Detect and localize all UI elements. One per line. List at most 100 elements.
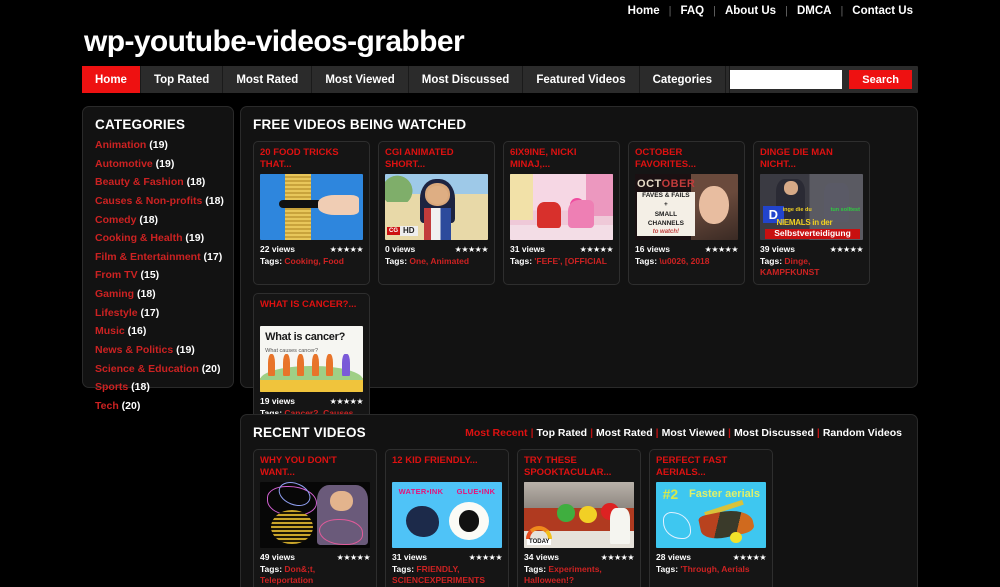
- video-card[interactable]: CGI ANIMATED SHORT... CG HD 0 views ★★★★★ Tag…: [378, 141, 495, 286]
- tags-label: Tags:: [656, 564, 681, 574]
- video-title[interactable]: OCTOBER FAVORITES...: [635, 147, 738, 171]
- video-title[interactable]: CGI ANIMATED SHORT...: [385, 147, 488, 171]
- view-count: 39 views: [760, 244, 795, 254]
- view-count: 0 views: [385, 244, 416, 254]
- video-title[interactable]: DINGE DIE MAN NICHT...: [760, 147, 863, 171]
- video-meta: 31 views ★★★★★: [510, 244, 614, 254]
- video-meta: 39 views ★★★★★: [760, 244, 864, 254]
- rating-stars[interactable]: ★★★★★: [330, 245, 364, 254]
- category-link-music[interactable]: Music: [95, 325, 125, 337]
- search-button[interactable]: Search: [849, 70, 912, 89]
- tag-links[interactable]: 'FEFE', [OFFICIAL: [534, 256, 607, 266]
- tag-links[interactable]: \u0026, 2018: [659, 256, 709, 266]
- rating-stars[interactable]: ★★★★★: [330, 397, 364, 406]
- video-title[interactable]: 20 FOOD TRICKS THAT...: [260, 147, 363, 171]
- category-link-cooking-health[interactable]: Cooking & Health: [95, 232, 183, 244]
- sort-link-most-recent[interactable]: Most Recent: [462, 427, 530, 439]
- video-thumbnail[interactable]: [260, 482, 370, 548]
- video-thumbnail[interactable]: What is cancer? What causes cancer?: [260, 326, 363, 393]
- rating-stars[interactable]: ★★★★★: [469, 553, 503, 562]
- video-tags: Tags: FRIENDLY, SCIENCEXPERIMENTS: [392, 564, 502, 586]
- utility-link-home[interactable]: Home: [619, 5, 669, 17]
- sort-link-most-rated[interactable]: Most Rated: [593, 427, 656, 439]
- category-link-lifestyle[interactable]: Lifestyle: [95, 307, 138, 319]
- video-card[interactable]: DINGE DIE MAN NICHT... Dinge die du tun so…: [753, 141, 870, 286]
- sort-link-top-rated[interactable]: Top Rated: [534, 427, 591, 439]
- video-title[interactable]: 12 KID FRIENDLY...: [392, 455, 502, 479]
- video-meta: 31 views ★★★★★: [392, 552, 503, 562]
- video-thumbnail[interactable]: TODAY: [524, 482, 634, 548]
- video-card[interactable]: WHY YOU DON'T WANT... 49 views ★★★★★ Tags: …: [253, 449, 377, 587]
- nav-item-home[interactable]: Home: [82, 66, 141, 93]
- utility-link-dmca[interactable]: DMCA: [788, 5, 841, 17]
- video-tags: Tags: Dinge, KAMPFKUNST: [760, 256, 863, 278]
- sort-link-most-discussed[interactable]: Most Discussed: [731, 427, 817, 439]
- video-card[interactable]: 6IX9INE, NICKI MINAJ,... 31 views ★★★★★ Tag…: [503, 141, 620, 286]
- video-thumbnail[interactable]: WATER•INK GLUE•INK: [392, 482, 502, 548]
- category-link-gaming[interactable]: Gaming: [95, 288, 134, 300]
- category-count: (15): [137, 269, 160, 282]
- nav-item-top-rated[interactable]: Top Rated: [141, 66, 224, 93]
- tag-links[interactable]: Cooking, Food: [284, 256, 344, 266]
- tag-links[interactable]: One, Animated: [409, 256, 469, 266]
- search-input[interactable]: [730, 70, 843, 89]
- video-title[interactable]: 6IX9INE, NICKI MINAJ,...: [510, 147, 613, 171]
- category-count: (18): [136, 213, 159, 226]
- video-card[interactable]: PERFECT FAST AERIALS... #2 Faster aerials 2…: [649, 449, 773, 587]
- category-link-news-politics[interactable]: News & Politics: [95, 344, 173, 356]
- utility-link-contact-us[interactable]: Contact Us: [843, 5, 922, 17]
- rating-stars[interactable]: ★★★★★: [455, 245, 489, 254]
- category-link-sports[interactable]: Sports: [95, 381, 128, 393]
- nav-item-most-rated[interactable]: Most Rated: [223, 66, 313, 93]
- hd-badge-icon: HD: [400, 225, 418, 237]
- video-tags: Tags: Experiments, Halloween!?: [524, 564, 634, 586]
- category-link-tech[interactable]: Tech: [95, 400, 119, 412]
- video-title[interactable]: TRY THESE SPOOKTACULAR...: [524, 455, 634, 479]
- video-thumbnail[interactable]: OCTOBER FAVES & FAILS + SMALL CHANNELS to wat…: [635, 174, 738, 240]
- category-link-beauty-fashion[interactable]: Beauty & Fashion: [95, 176, 184, 188]
- nav-item-featured-videos[interactable]: Featured Videos: [523, 66, 640, 93]
- category-link-comedy[interactable]: Comedy: [95, 214, 136, 226]
- utility-link-about-us[interactable]: About Us: [716, 5, 785, 17]
- video-thumbnail[interactable]: #2 Faster aerials: [656, 482, 766, 548]
- sort-link-random-videos[interactable]: Random Videos: [820, 427, 905, 439]
- video-card[interactable]: 12 KID FRIENDLY... WATER•INK GLUE•INK 31 vi…: [385, 449, 509, 587]
- recent-videos-title: RECENT VIDEOS: [253, 425, 366, 440]
- video-thumbnail[interactable]: Dinge die du tun solltest NIEMALS in der Se…: [760, 174, 863, 240]
- rating-stars[interactable]: ★★★★★: [705, 245, 739, 254]
- video-meta: 0 views ★★★★★: [385, 244, 489, 254]
- page-root: Home | FAQ | About Us | DMCA | Contact U…: [0, 0, 1000, 587]
- nav-item-most-viewed[interactable]: Most Viewed: [312, 66, 409, 93]
- category-link-from-tv[interactable]: From TV: [95, 269, 138, 281]
- category-link-automotive[interactable]: Automotive: [95, 158, 153, 170]
- category-link-film-entertainment[interactable]: Film & Entertainment: [95, 251, 201, 263]
- video-card[interactable]: 20 FOOD TRICKS THAT... 22 views ★★★★★ Tags:…: [253, 141, 370, 286]
- video-tags: Tags: Don&;t, Teleportation: [260, 564, 370, 586]
- nav-item-most-discussed[interactable]: Most Discussed: [409, 66, 524, 93]
- sort-link-most-viewed[interactable]: Most Viewed: [659, 427, 728, 439]
- category-row: Cooking & Health (19): [95, 232, 233, 245]
- rating-stars[interactable]: ★★★★★: [580, 245, 614, 254]
- video-card[interactable]: OCTOBER FAVORITES... OCTOBER FAVES & FAILS…: [628, 141, 745, 286]
- tag-links[interactable]: 'Through, Aerials: [680, 564, 749, 574]
- rating-stars[interactable]: ★★★★★: [337, 553, 371, 562]
- category-link-animation[interactable]: Animation: [95, 139, 146, 151]
- video-title[interactable]: WHAT IS CANCER?...: [260, 299, 363, 323]
- rating-stars[interactable]: ★★★★★: [830, 245, 864, 254]
- free-videos-header: FREE VIDEOS BEING WATCHED: [253, 117, 905, 132]
- video-card[interactable]: TRY THESE SPOOKTACULAR... TODAY 34 views ★★…: [517, 449, 641, 587]
- rating-stars[interactable]: ★★★★★: [733, 553, 767, 562]
- category-row: Animation (19): [95, 139, 233, 152]
- video-thumbnail[interactable]: CG HD: [385, 174, 488, 240]
- category-link-science-education[interactable]: Science & Education: [95, 363, 199, 375]
- category-link-causes-non-profits[interactable]: Causes & Non-profits: [95, 195, 202, 207]
- rating-stars[interactable]: ★★★★★: [601, 553, 635, 562]
- video-title[interactable]: WHY YOU DON'T WANT...: [260, 455, 370, 479]
- video-card[interactable]: WHAT IS CANCER?... What is cancer? What ca…: [253, 293, 370, 427]
- nav-item-categories[interactable]: Categories: [640, 66, 727, 93]
- video-thumbnail[interactable]: [510, 174, 613, 240]
- utility-link-faq[interactable]: FAQ: [671, 5, 713, 17]
- video-meta: 49 views ★★★★★: [260, 552, 371, 562]
- video-title[interactable]: PERFECT FAST AERIALS...: [656, 455, 766, 479]
- video-thumbnail[interactable]: [260, 174, 363, 240]
